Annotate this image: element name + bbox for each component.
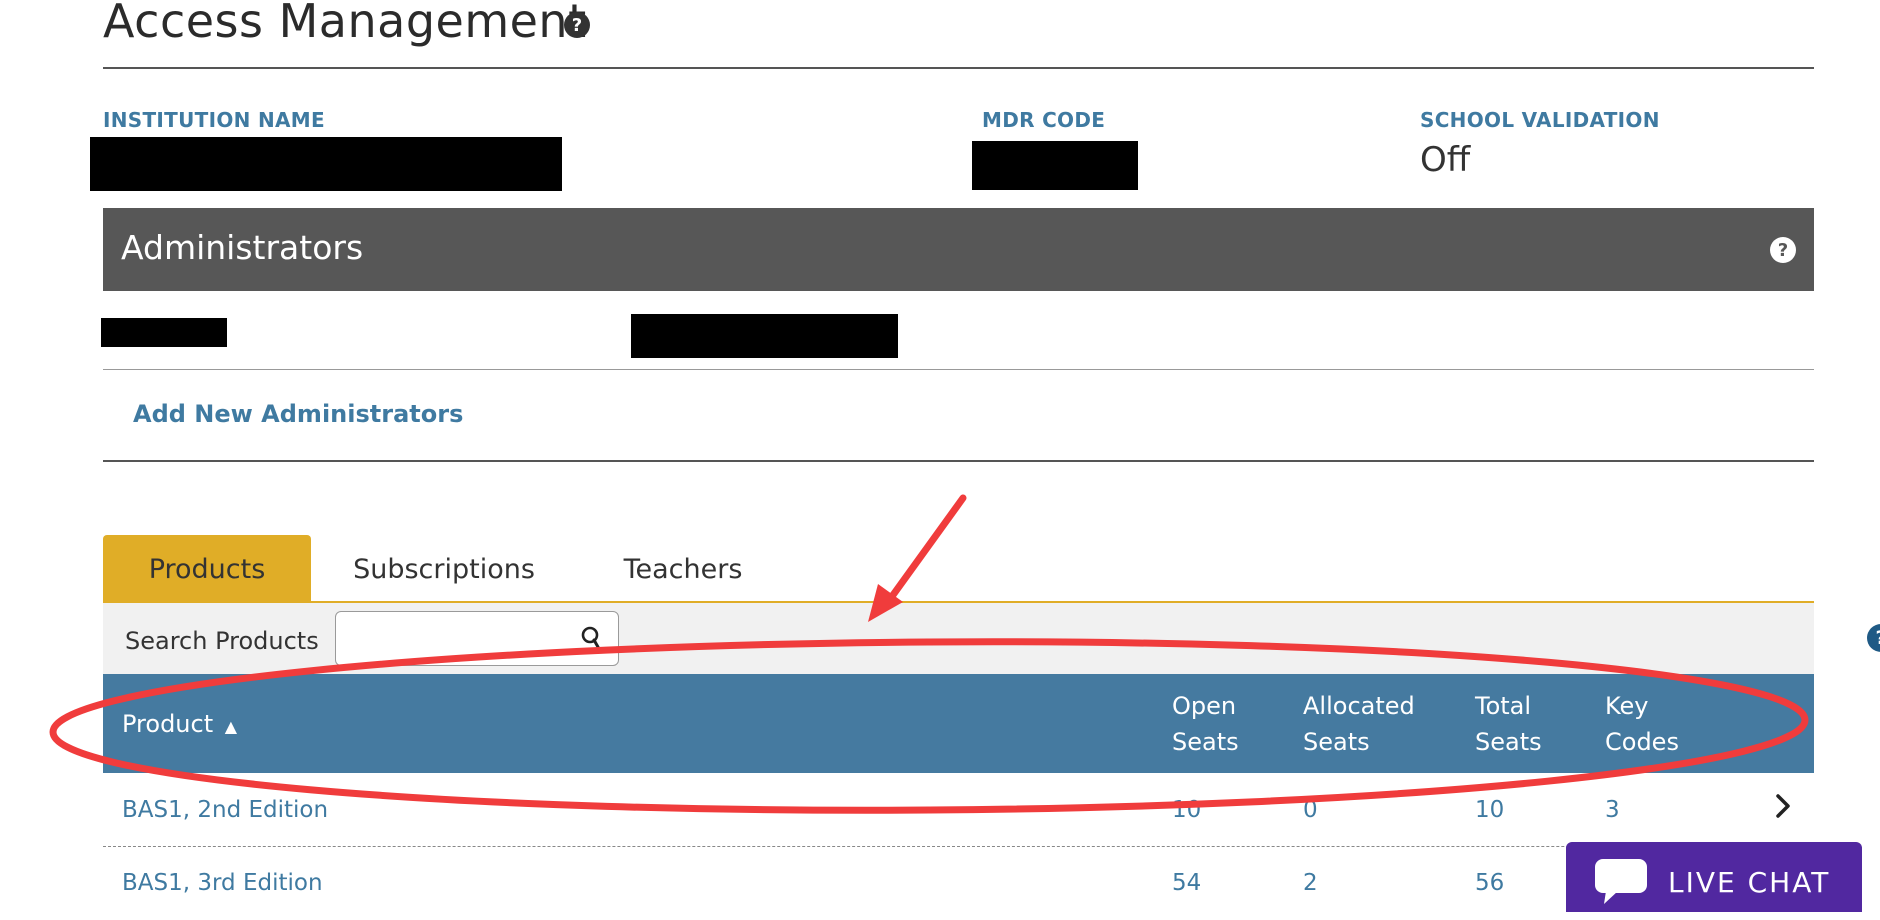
total-seats-value: 56 [1475,870,1505,896]
institution-name-label: INSTITUTION NAME [103,108,325,132]
open-seats-value: 10 [1172,797,1202,823]
key-codes-line2: Codes [1605,728,1679,756]
open-seats-value: 54 [1172,870,1202,896]
table-row[interactable]: BAS1, 2nd Edition 10 0 10 3 [103,773,1814,847]
product-name-link[interactable]: BAS1, 2nd Edition [122,797,328,823]
column-header-key-codes[interactable]: Key Codes [1605,688,1679,760]
mdr-code-redacted [972,141,1138,190]
title-divider [103,67,1814,69]
tab-teachers[interactable]: Teachers [583,535,783,604]
total-seats-line2: Seats [1475,728,1542,756]
allocated-seats-line2: Seats [1303,728,1370,756]
school-validation-label: SCHOOL VALIDATION [1420,108,1660,132]
total-seats-line1: Total [1475,692,1532,720]
column-header-total-seats[interactable]: Total Seats [1475,688,1542,760]
table-row[interactable]: BAS1, 3rd Edition 54 2 56 [103,847,1814,920]
search-input[interactable] [335,611,619,666]
mdr-code-label: MDR CODE [982,108,1106,132]
administrator-email-redacted [631,314,898,358]
tab-subscriptions[interactable]: Subscriptions [340,535,548,604]
allocated-seats-value: 0 [1303,797,1318,823]
column-header-product[interactable]: Product ▲ [122,706,237,745]
help-icon[interactable]: ? [1867,624,1880,652]
key-codes-value: 3 [1605,797,1620,823]
sort-ascending-icon: ▲ [224,717,238,736]
allocated-seats-line1: Allocated [1303,692,1415,720]
chevron-right-icon[interactable] [1773,793,1793,819]
admin-divider [103,369,1814,370]
administrators-header: Administrators ? [103,208,1814,291]
column-header-allocated-seats[interactable]: Allocated Seats [1303,688,1415,760]
allocated-seats-value: 2 [1303,870,1318,896]
help-icon[interactable]: ? [1770,237,1796,263]
product-search-bar: Search Products ? [103,603,1880,674]
live-chat-label: LIVE CHAT [1668,866,1831,899]
annotation-arrow-shaft [884,494,967,606]
help-icon[interactable]: ? [564,12,590,38]
total-seats-value: 10 [1475,797,1505,823]
admin-section-divider [103,460,1814,462]
column-header-open-seats[interactable]: Open Seats [1172,688,1239,760]
tab-products[interactable]: Products [103,535,311,604]
speech-bubble-icon [1595,859,1647,904]
administrator-name-redacted [101,318,227,347]
institution-name-redacted [90,137,562,191]
school-validation-value: Off [1420,140,1471,180]
products-table-header: Product ▲ Open Seats Allocated Seats Tot… [103,674,1814,773]
administrators-title: Administrators [121,228,364,267]
open-seats-line1: Open [1172,692,1237,720]
search-products-label: Search Products [125,627,319,655]
search-icon[interactable] [579,625,605,651]
product-name-link[interactable]: BAS1, 3rd Edition [122,870,323,896]
open-seats-line2: Seats [1172,728,1239,756]
product-header-label: Product [122,710,214,738]
page-title: Access Management [103,0,587,48]
key-codes-line1: Key [1605,692,1649,720]
add-new-administrators-link[interactable]: Add New Administrators [133,400,463,428]
